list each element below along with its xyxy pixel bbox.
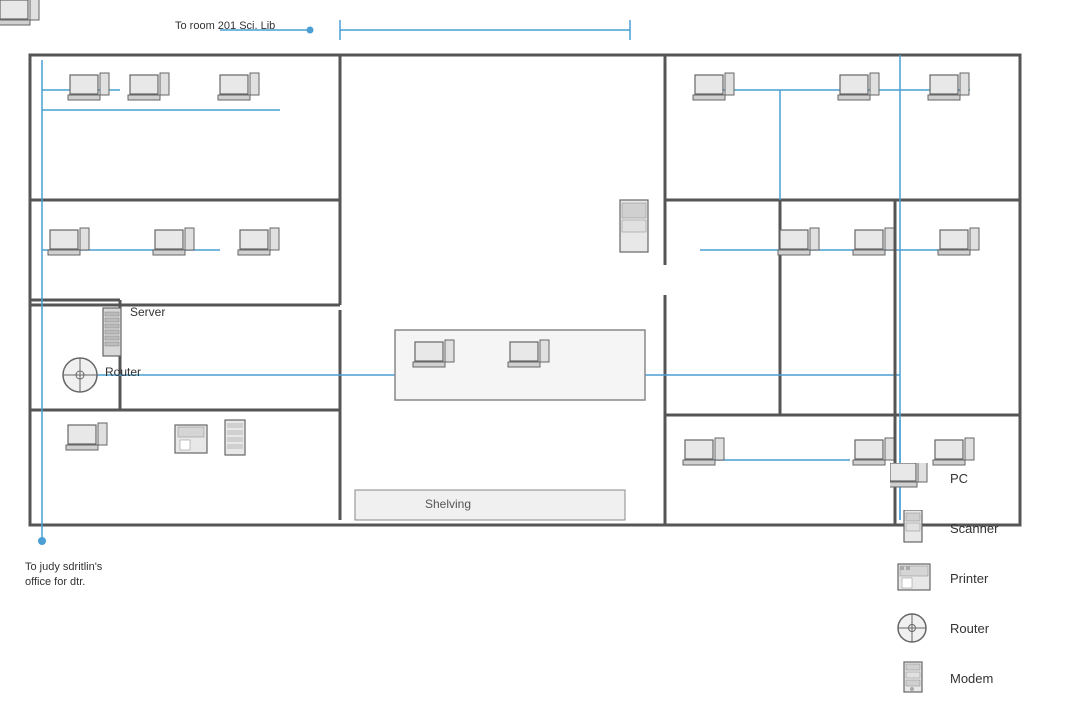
legend-router: Router — [890, 610, 1050, 646]
legend-printer: Printer — [890, 560, 1050, 596]
annotation-room201: To room 201 Sci. Lib — [175, 20, 275, 32]
legend-modem: Modem — [890, 660, 1050, 696]
legend-scanner: Scanner — [890, 510, 1050, 546]
legend-scanner-label: Scanner — [950, 521, 998, 536]
legend-modem-label: Modem — [950, 671, 993, 686]
legend: PC Scanner Printer — [890, 460, 1050, 710]
annotation-server: Server — [130, 305, 165, 319]
legend-router-label: Router — [950, 621, 989, 636]
annotation-shelving: Shelving — [425, 497, 471, 511]
legend-pc-label: PC — [950, 471, 968, 486]
legend-printer-label: Printer — [950, 571, 988, 586]
annotation-router: Router — [105, 365, 141, 379]
annotation-judy: To judy sdritlin'soffice for dtr. — [25, 560, 102, 591]
legend-pc: PC — [890, 460, 1050, 496]
